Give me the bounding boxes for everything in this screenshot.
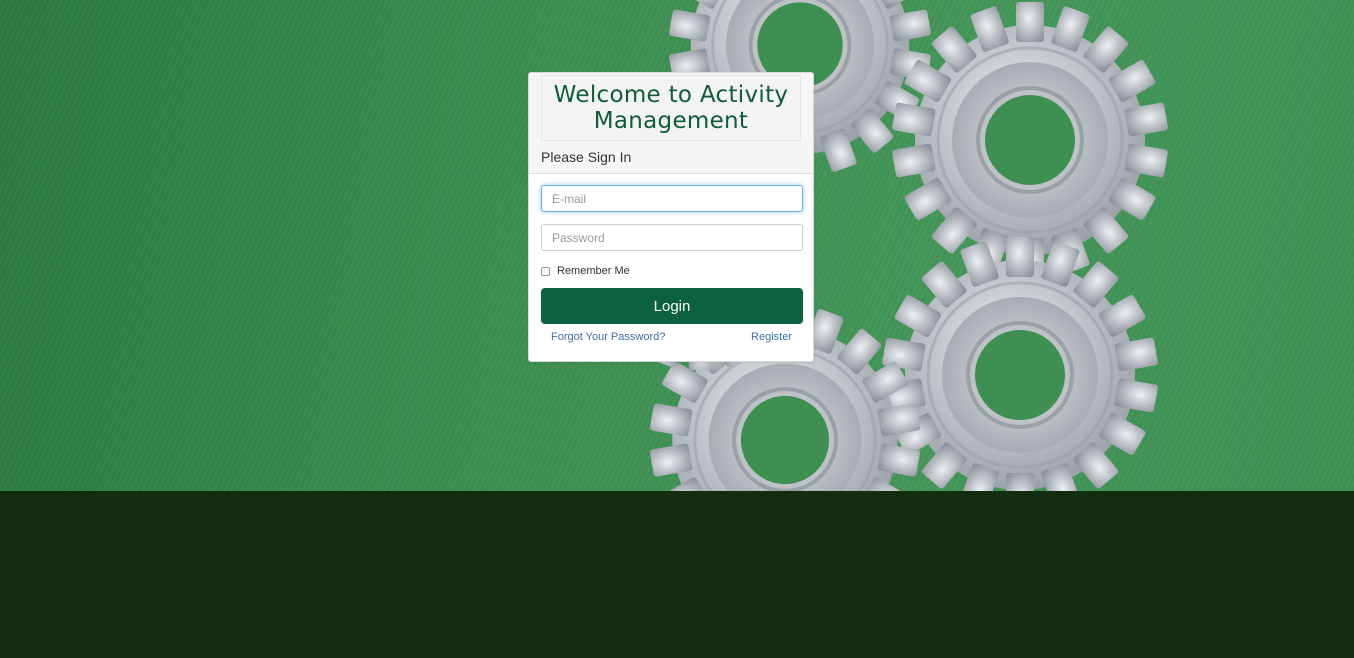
remember-checkbox[interactable] (541, 266, 550, 276)
forgot-password-link[interactable]: Forgot Your Password? (551, 331, 665, 343)
login-button[interactable]: Login (541, 288, 803, 324)
login-panel: Welcome to Activity Management Please Si… (528, 72, 814, 362)
panel-heading: Welcome to Activity Management Please Si… (529, 73, 813, 174)
title-box: Welcome to Activity Management (541, 75, 801, 141)
register-link[interactable]: Register (751, 331, 792, 343)
sign-in-label: Please Sign In (541, 149, 632, 165)
page-title: Welcome to Activity Management (553, 82, 789, 134)
gear-icon (879, 235, 1161, 491)
password-field[interactable] (541, 224, 803, 251)
remember-label: Remember Me (557, 265, 630, 277)
gear-icon (889, 0, 1171, 280)
remember-me[interactable]: Remember Me (541, 265, 630, 277)
email-field[interactable] (541, 185, 803, 212)
footer-band (0, 491, 1354, 658)
